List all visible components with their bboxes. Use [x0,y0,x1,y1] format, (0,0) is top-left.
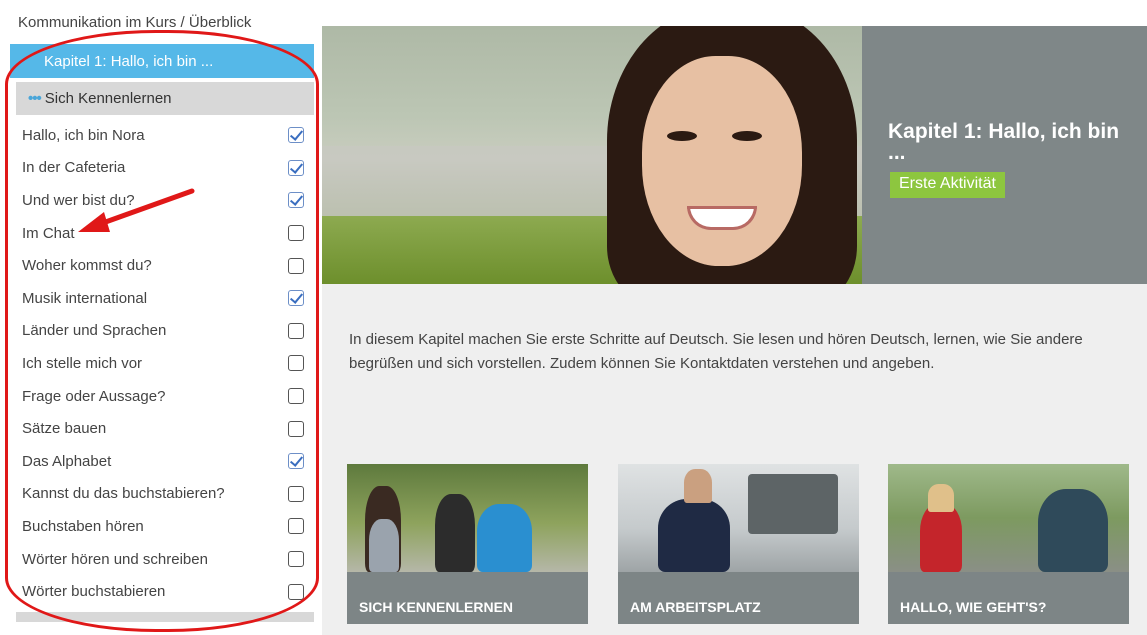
unchecked-checkbox-icon[interactable] [288,257,304,274]
lesson-label: Buchstaben hören [22,517,144,535]
course-sidebar: Kommunikation im Kurs / Überblick Kapite… [6,0,314,628]
lesson-label: In der Cafeteria [22,159,126,177]
unchecked-checkbox-icon[interactable] [288,583,304,600]
lesson-item[interactable]: Frage oder Aussage? [16,380,314,413]
section-card-sich-kennenlernen[interactable]: SICH KENNENLERNEN [347,464,588,624]
first-activity-button[interactable]: Erste Aktivität [890,172,1005,198]
checked-checkbox-icon[interactable] [288,290,304,307]
lesson-label: Hallo, ich bin Nora [22,126,145,144]
card-image [888,464,1129,572]
section-header[interactable]: ••• Sich Kennenlernen [16,82,314,115]
chapter-nav-item[interactable]: Kapitel 1: Hallo, ich bin ... [10,44,314,78]
unchecked-checkbox-icon[interactable] [288,355,304,372]
card-image [618,464,859,572]
unchecked-checkbox-icon[interactable] [288,518,304,535]
lesson-label: Musik international [22,289,148,307]
main-content: Kapitel 1: Hallo, ich bin ... Erste Akti… [322,26,1147,635]
lesson-item[interactable]: Hallo, ich bin Nora [16,119,314,152]
lesson-item[interactable]: Kannst du das buchstabieren? [16,478,314,511]
checked-checkbox-icon[interactable] [288,192,304,209]
section-cards: SICH KENNENLERNEN AM ARBEITSPLATZ HALLO,… [347,464,1131,624]
lesson-item[interactable]: Und wer bist du? [16,184,314,217]
lesson-label: Sätze bauen [22,420,107,438]
lesson-item[interactable]: Wörter buchstabieren [16,575,314,608]
lesson-item[interactable]: Wörter hören und schreiben [16,543,314,576]
lesson-item[interactable]: Das Alphabet [16,445,314,478]
lesson-label: Woher kommst du? [22,257,152,275]
hero-title: Kapitel 1: Hallo, ich bin ... [888,120,1120,164]
card-caption: AM ARBEITSPLATZ [618,572,859,624]
unchecked-checkbox-icon[interactable] [288,225,304,242]
lesson-label: Länder und Sprachen [22,322,167,340]
lesson-label: Kannst du das buchstabieren? [22,485,225,503]
section-label: Sich Kennenlernen [44,90,172,107]
lesson-item[interactable]: Länder und Sprachen [16,315,314,348]
lesson-item[interactable]: Im Chat [16,217,314,250]
unchecked-checkbox-icon[interactable] [288,485,304,502]
lesson-label: Ich stelle mich vor [22,354,143,372]
unchecked-checkbox-icon[interactable] [288,420,304,437]
card-caption: SICH KENNENLERNEN [347,572,588,624]
course-breadcrumb[interactable]: Kommunikation im Kurs / Überblick [18,14,251,31]
checked-checkbox-icon[interactable] [288,453,304,470]
lesson-item[interactable]: In der Cafeteria [16,152,314,185]
card-image [347,464,588,572]
hero-panel: Kapitel 1: Hallo, ich bin ... Erste Akti… [862,26,1147,284]
lesson-label: Das Alphabet [22,452,112,470]
ellipsis-icon: ••• [28,90,42,107]
checked-checkbox-icon[interactable] [288,127,304,144]
unchecked-checkbox-icon[interactable] [288,551,304,568]
lesson-label: Im Chat [22,224,75,242]
section-card-hallo-wie-gehts[interactable]: HALLO, WIE GEHT'S? [888,464,1129,624]
card-caption: HALLO, WIE GEHT'S? [888,572,1129,624]
lesson-label: Und wer bist du? [22,191,135,209]
lesson-list: Hallo, ich bin Nora In der Cafeteria Und w… [16,119,314,608]
section-card-am-arbeitsplatz[interactable]: AM ARBEITSPLATZ [618,464,859,624]
lesson-item[interactable]: Buchstaben hören [16,510,314,543]
hero-photo [322,26,862,284]
chapter-hero: Kapitel 1: Hallo, ich bin ... Erste Akti… [322,26,1147,284]
lesson-label: Frage oder Aussage? [22,387,166,405]
lesson-item[interactable]: Musik international [16,282,314,315]
sidebar-footer-strip [16,612,314,622]
lesson-label: Wörter buchstabieren [22,583,166,601]
lesson-item[interactable]: Sätze bauen [16,412,314,445]
lesson-label: Wörter hören und schreiben [22,550,208,568]
lesson-item[interactable]: Woher kommst du? [16,249,314,282]
unchecked-checkbox-icon[interactable] [288,388,304,405]
chapter-intro-text: In diesem Kapitel machen Sie erste Schri… [349,331,1083,372]
unchecked-checkbox-icon[interactable] [288,322,304,339]
lesson-item[interactable]: Ich stelle mich vor [16,347,314,380]
checked-checkbox-icon[interactable] [288,159,304,176]
